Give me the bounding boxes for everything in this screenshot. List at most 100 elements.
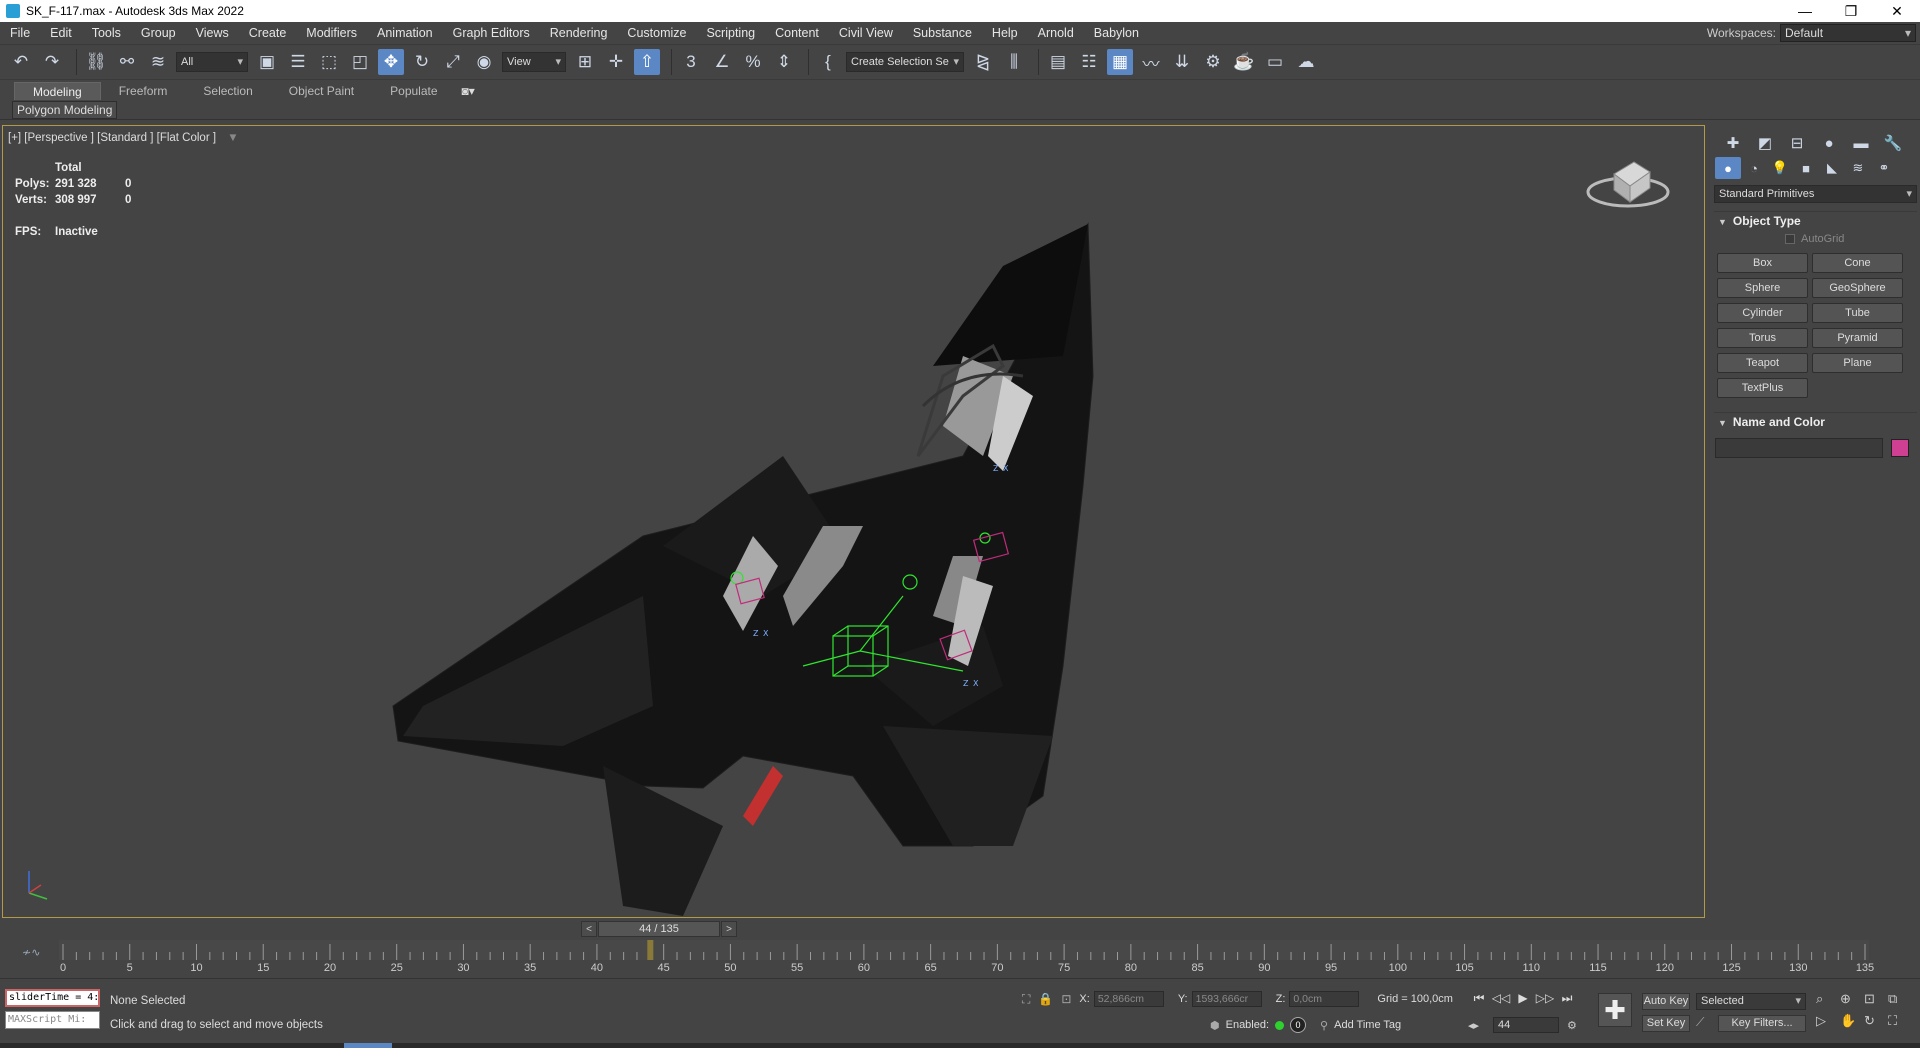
sphere-button[interactable]: Sphere	[1717, 278, 1808, 298]
tab-object-paint[interactable]: Object Paint	[271, 82, 372, 100]
rendered-frame-window-icon[interactable]: ▭	[1262, 49, 1288, 75]
time-slider-thumb[interactable]: 44 / 135	[598, 921, 720, 937]
zoom-icon[interactable]: ⌕	[1816, 991, 1840, 1007]
field-of-view-icon[interactable]: ▷	[1816, 1013, 1840, 1029]
isolate-selection-icon[interactable]: ⛶	[1022, 992, 1030, 1007]
cone-button[interactable]: Cone	[1812, 253, 1903, 273]
object-name-input[interactable]	[1715, 438, 1883, 458]
rect-selection-icon[interactable]: ⬚	[316, 49, 342, 75]
time-tag-icon[interactable]: ⚲	[1320, 1019, 1328, 1032]
polygon-modeling-panel[interactable]: Polygon Modeling	[12, 101, 118, 119]
bind-space-warp-icon[interactable]: ≋	[145, 49, 171, 75]
minimize-button[interactable]: —	[1782, 0, 1828, 22]
pyramid-button[interactable]: Pyramid	[1812, 328, 1903, 348]
object-type-rollout[interactable]: ▼ Object Type	[1714, 211, 1917, 229]
set-key-button[interactable]: Set Key	[1642, 1015, 1690, 1032]
cameras-icon[interactable]: ■	[1793, 157, 1819, 179]
default-in-out-tangents-icon[interactable]: ⟋	[1696, 1015, 1704, 1030]
current-frame-marker[interactable]	[647, 940, 654, 960]
keyboard-shortcut-override-icon[interactable]: ⇧	[634, 49, 660, 75]
window-crossing-icon[interactable]: ◰	[347, 49, 373, 75]
render-production-icon[interactable]: ☁	[1293, 49, 1319, 75]
menu-help[interactable]: Help	[982, 22, 1028, 44]
mirror-icon[interactable]: ⧎	[970, 49, 996, 75]
select-manipulate-icon[interactable]: ✛	[603, 49, 629, 75]
curve-editor-icon[interactable]: 〰	[1138, 49, 1164, 75]
pan-icon[interactable]: ✋	[1840, 1013, 1864, 1029]
maxscript-mini-listener[interactable]: MAXScript Mi:	[5, 1011, 100, 1029]
ribbon-toggle-icon[interactable]: ▦	[1107, 49, 1133, 75]
tube-button[interactable]: Tube	[1812, 303, 1903, 323]
select-object-icon[interactable]: ▣	[254, 49, 280, 75]
systems-icon[interactable]: ⚭	[1871, 157, 1897, 179]
plane-button[interactable]: Plane	[1812, 353, 1903, 373]
menu-rendering[interactable]: Rendering	[540, 22, 618, 44]
workspace-dropdown[interactable]: Default	[1780, 24, 1916, 42]
viewcube[interactable]	[1586, 154, 1676, 214]
display-tab-icon[interactable]: ▬	[1845, 133, 1877, 153]
go-to-start-icon[interactable]: ⏮	[1468, 991, 1490, 1006]
angle-snap-icon[interactable]: ∠	[709, 49, 735, 75]
textplus-button[interactable]: TextPlus	[1717, 378, 1808, 398]
space-warps-icon[interactable]: ≋	[1845, 157, 1871, 179]
absolute-transform-icon[interactable]: ⊡	[1061, 992, 1071, 1006]
x-coordinate-field[interactable]: 52,866cm	[1093, 991, 1164, 1007]
create-tab-icon[interactable]: ✚	[1717, 133, 1749, 153]
select-move-icon[interactable]: ✥	[378, 49, 404, 75]
select-by-name-icon[interactable]: ☰	[285, 49, 311, 75]
menu-views[interactable]: Views	[186, 22, 239, 44]
link-icon[interactable]: ⛓	[83, 49, 109, 75]
restore-button[interactable]: ❐	[1828, 0, 1874, 22]
maxscript-listener-line[interactable]: sliderTime = 4:	[5, 989, 100, 1007]
redo-icon[interactable]: ↷	[39, 49, 65, 75]
menu-tools[interactable]: Tools	[82, 22, 131, 44]
lights-icon[interactable]: 💡	[1767, 157, 1793, 179]
modify-tab-icon[interactable]: ◩	[1749, 133, 1781, 153]
align-icon[interactable]: ⫼	[1001, 49, 1027, 75]
select-scale-icon[interactable]: ⤢	[440, 49, 466, 75]
name-color-rollout[interactable]: ▼ Name and Color	[1714, 412, 1917, 430]
menu-graph-editors[interactable]: Graph Editors	[443, 22, 540, 44]
perspective-viewport[interactable]: [+] [Perspective ] [Standard ] [Flat Col…	[2, 125, 1705, 918]
geometry-icon[interactable]: ●	[1715, 157, 1741, 179]
play-icon[interactable]: ▶	[1512, 991, 1534, 1006]
primitive-type-dropdown[interactable]: Standard Primitives	[1714, 185, 1917, 203]
shapes-icon[interactable]: ◔	[1741, 157, 1767, 179]
edit-named-selection-icon[interactable]: {	[815, 49, 841, 75]
menu-babylon[interactable]: Babylon	[1084, 22, 1149, 44]
tab-modeling[interactable]: Modeling	[14, 82, 101, 100]
hierarchy-tab-icon[interactable]: ⊟	[1781, 133, 1813, 153]
orbit-icon[interactable]: ↻	[1864, 1013, 1888, 1029]
spinner-snap-icon[interactable]: ⇕	[771, 49, 797, 75]
scene-explorer-icon[interactable]: ▤	[1045, 49, 1071, 75]
menu-scripting[interactable]: Scripting	[696, 22, 765, 44]
close-button[interactable]: ✕	[1874, 0, 1920, 22]
menu-content[interactable]: Content	[765, 22, 829, 44]
ribbon-options-icon[interactable]: ◙▾	[456, 82, 481, 100]
autogrid-checkbox[interactable]: AutoGrid	[1785, 233, 1920, 245]
z-coordinate-field[interactable]: 0,0cm	[1289, 991, 1360, 1007]
key-selection-dropdown[interactable]: Selected	[1696, 993, 1806, 1010]
named-selection-dropdown[interactable]: Create Selection Se	[846, 52, 964, 72]
auto-key-button[interactable]: Auto Key	[1642, 993, 1690, 1010]
enabled-count[interactable]: 0	[1290, 1017, 1307, 1033]
menu-group[interactable]: Group	[131, 22, 186, 44]
y-coordinate-field[interactable]: 1593,666cr	[1191, 991, 1262, 1007]
material-editor-icon[interactable]: ⚙	[1200, 49, 1226, 75]
zoom-extents-all-icon[interactable]: ⧉	[1888, 991, 1912, 1007]
menu-edit[interactable]: Edit	[40, 22, 82, 44]
menu-create[interactable]: Create	[239, 22, 297, 44]
tab-freeform[interactable]: Freeform	[101, 82, 186, 100]
unlink-icon[interactable]: ⚯	[114, 49, 140, 75]
adaptive-degradation-icon[interactable]: ⬢	[1210, 1019, 1220, 1032]
time-slider-prev-button[interactable]: <	[581, 921, 597, 937]
box-button[interactable]: Box	[1717, 253, 1808, 273]
next-frame-icon[interactable]: ▷▷	[1534, 991, 1556, 1006]
teapot-button[interactable]: Teapot	[1717, 353, 1808, 373]
percent-snap-icon[interactable]: %	[740, 49, 766, 75]
key-filters-button[interactable]: Key Filters...	[1718, 1015, 1806, 1032]
track-bar[interactable]: ≁∿ 0 5 10 15 20 25 30 35 40 45 50 55 60 65 70 75 80 85 90 9…	[0, 940, 1920, 976]
autogrid-check-icon[interactable]	[1785, 234, 1795, 244]
add-time-tag-button[interactable]: Add Time Tag	[1334, 1019, 1401, 1031]
menu-animation[interactable]: Animation	[367, 22, 443, 44]
